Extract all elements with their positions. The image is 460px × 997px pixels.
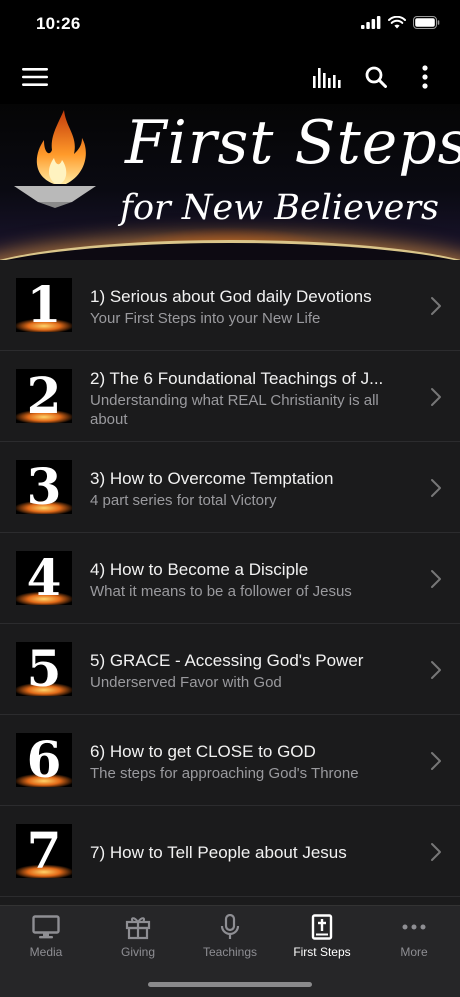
- item-subtitle: 4 part series for total Victory: [90, 492, 277, 509]
- list-item[interactable]: 5 5) GRACE - Accessing God's Power Under…: [0, 624, 460, 715]
- item-subtitle: Underserved Favor with God: [90, 674, 282, 691]
- bible-icon: [307, 914, 337, 940]
- item-subtitle: Understanding what REAL Christianity is …: [90, 392, 379, 428]
- tab-more[interactable]: More: [368, 906, 460, 966]
- microphone-icon: [215, 914, 245, 940]
- item-title: 6) How to get CLOSE to GOD: [90, 742, 316, 761]
- list-item[interactable]: 2 2) The 6 Foundational Teachings of J..…: [0, 351, 460, 442]
- battery-icon: [413, 16, 440, 29]
- item-thumbnail: 1: [16, 278, 72, 332]
- status-icons: [361, 16, 440, 29]
- menu-icon[interactable]: [19, 61, 51, 93]
- item-thumbnail: 7: [16, 824, 72, 878]
- list-item[interactable]: 4 4) How to Become a Disciple What it me…: [0, 533, 460, 624]
- status-bar: 10:26: [0, 0, 460, 50]
- wifi-icon: [388, 16, 406, 29]
- item-title: 3) How to Overcome Temptation: [90, 469, 334, 488]
- item-thumbnail: 3: [16, 460, 72, 514]
- tab-label: Media: [29, 945, 63, 959]
- item-title: 5) GRACE - Accessing God's Power: [90, 651, 364, 670]
- item-title: 4) How to Become a Disciple: [90, 560, 309, 579]
- audio-bars-icon[interactable]: [311, 61, 343, 93]
- signal-icon: [361, 16, 381, 29]
- chevron-right-icon: [431, 752, 441, 770]
- banner-title: First Steps: [125, 108, 460, 178]
- tab-label: More: [400, 945, 428, 959]
- tab-media[interactable]: Media: [0, 906, 92, 966]
- tab-first-steps[interactable]: First Steps: [276, 906, 368, 966]
- item-title: 2) The 6 Foundational Teachings of J...: [90, 369, 384, 388]
- list-item[interactable]: 7 7) How to Tell People about Jesus: [0, 806, 460, 897]
- item-thumbnail: 6: [16, 733, 72, 787]
- home-indicator[interactable]: [148, 982, 312, 987]
- tab-teachings[interactable]: Teachings: [184, 906, 276, 966]
- more-dots-icon: [399, 914, 429, 940]
- gift-icon: [123, 914, 153, 940]
- search-icon[interactable]: [360, 61, 392, 93]
- item-thumbnail: 2: [16, 369, 72, 423]
- item-thumbnail: 5: [16, 642, 72, 696]
- top-toolbar: [0, 50, 460, 104]
- status-time: 10:26: [36, 14, 81, 33]
- item-thumbnail: 4: [16, 551, 72, 605]
- banner-subtitle: for New Believers: [120, 188, 440, 228]
- hero-banner: First Steps for New Believers: [0, 104, 460, 260]
- flame-logo-icon: [14, 110, 96, 208]
- monitor-icon: [31, 914, 61, 940]
- chevron-right-icon: [431, 479, 441, 497]
- tab-label: Giving: [120, 945, 155, 959]
- more-vertical-icon[interactable]: [409, 61, 441, 93]
- tab-label: Teachings: [202, 945, 258, 959]
- item-title: 1) Serious about God daily Devotions: [90, 287, 372, 306]
- list-item[interactable]: 1 1) Serious about God daily Devotions Y…: [0, 260, 460, 351]
- first-steps-list: 1 1) Serious about God daily Devotions Y…: [0, 260, 460, 897]
- banner-horizon: [0, 240, 460, 260]
- list-item[interactable]: 3 3) How to Overcome Temptation 4 part s…: [0, 442, 460, 533]
- list-item[interactable]: 6 6) How to get CLOSE to GOD The steps f…: [0, 715, 460, 806]
- chevron-right-icon: [431, 388, 441, 406]
- item-subtitle: The steps for approaching God's Throne: [90, 765, 359, 782]
- chevron-right-icon: [431, 843, 441, 861]
- chevron-right-icon: [431, 297, 441, 315]
- chevron-right-icon: [431, 570, 441, 588]
- chevron-right-icon: [431, 661, 441, 679]
- item-subtitle: What it means to be a follower of Jesus: [90, 583, 352, 600]
- tab-label: First Steps: [293, 945, 351, 959]
- item-title: 7) How to Tell People about Jesus: [90, 843, 347, 862]
- item-subtitle: Your First Steps into your New Life: [90, 310, 321, 327]
- tab-giving[interactable]: Giving: [92, 906, 184, 966]
